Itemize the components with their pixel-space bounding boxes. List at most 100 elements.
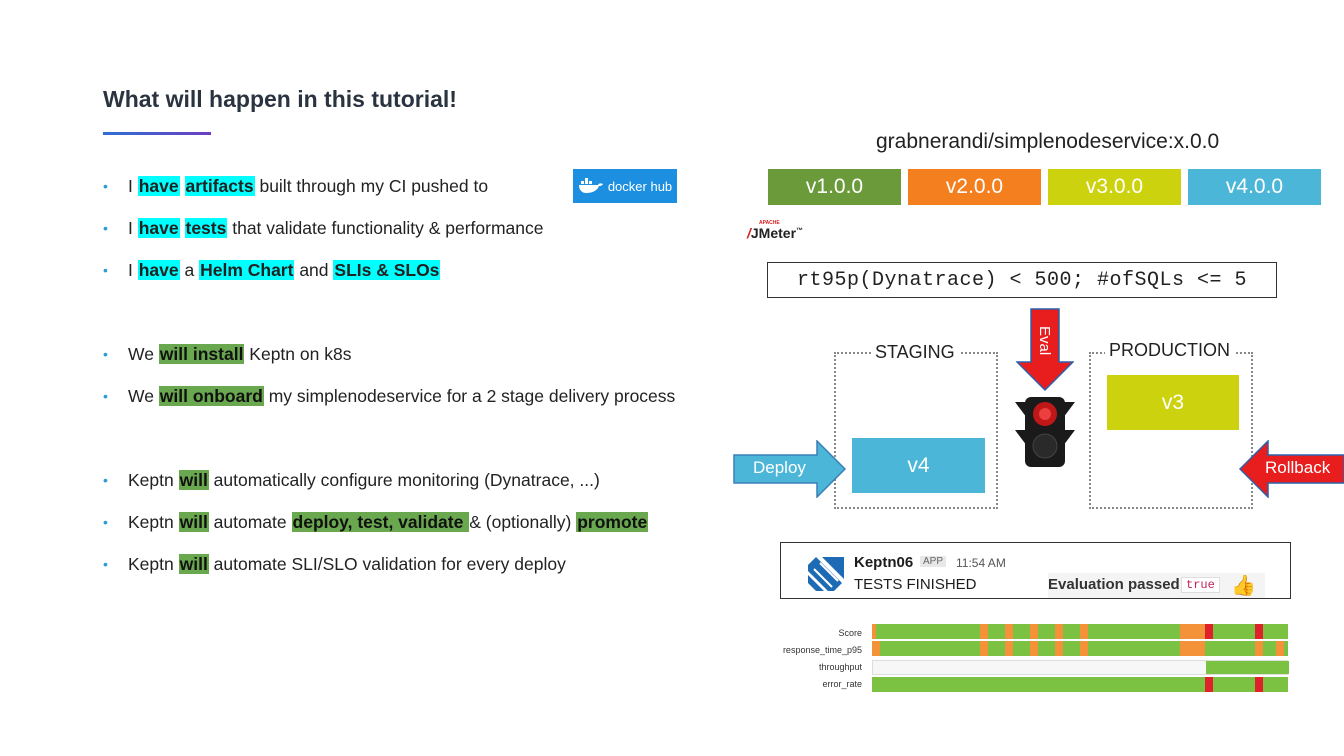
heatmap-cell: [1213, 677, 1255, 692]
heatmap-row: [872, 624, 1288, 639]
heatmap-row: [872, 660, 1289, 675]
heatmap-cell: [1263, 641, 1276, 656]
highlighted-keyword: will: [178, 554, 209, 574]
image-name: grabnerandi/simplenodeservice:x.0.0: [876, 130, 1220, 153]
bullet-text: automatically configure monitoring (Dyna…: [208, 470, 600, 490]
version-label: v1.0.0: [805, 175, 864, 198]
heatmap-cell: [1213, 624, 1255, 639]
heatmap-row-label: throughput: [818, 662, 862, 672]
highlighted-keyword: promote: [576, 512, 649, 532]
heatmap-row: [872, 677, 1288, 692]
heatmap-cell: [1038, 641, 1056, 656]
highlighted-keyword: will: [178, 512, 209, 532]
staging-version: v4: [907, 453, 930, 477]
heatmap-cell: [1038, 624, 1056, 639]
heatmap-cell: [1013, 624, 1031, 639]
bullet-dot: •: [103, 220, 108, 236]
heatmap-cell: [980, 624, 989, 639]
bullet-text: We: [128, 344, 159, 364]
heatmap-cell: [880, 641, 981, 656]
production-version-box: v3: [1107, 375, 1239, 430]
bullet-item: • Keptn will automate SLI/SLO validation …: [103, 552, 566, 576]
production-label: PRODUCTION: [1105, 340, 1234, 361]
slack-app-badge: APP: [920, 556, 947, 567]
heatmap-cell: [1204, 677, 1214, 692]
version-label: v4.0.0: [1225, 175, 1284, 198]
heatmap-cell: [980, 641, 989, 656]
highlighted-keyword: have: [137, 176, 180, 196]
bullet-text: & (optionally): [469, 512, 577, 532]
deploy-arrow-label: Deploy: [753, 458, 806, 477]
highlighted-keyword: deploy, test, validate: [291, 512, 470, 532]
jmeter-logo: /JMeter™ APACHE: [747, 220, 804, 241]
bullet-dot: •: [103, 472, 108, 488]
heatmap-cell: [1179, 641, 1189, 656]
heatmap-cell: [1030, 624, 1039, 639]
bullet-item: • We will install Keptn on k8s: [103, 342, 351, 366]
keptn-logo-icon: [808, 557, 844, 591]
slack-notification: Keptn06 APP 11:54 AM TESTS FINISHED Eval…: [780, 542, 1291, 599]
heatmap-cell: [1080, 641, 1089, 656]
heatmap-cell: [1080, 624, 1089, 639]
slack-time: 11:54 AM: [956, 556, 1006, 570]
bullet-item: • Keptn will automatically configure moni…: [103, 468, 600, 492]
version-box-3: v3.0.0: [1048, 169, 1181, 205]
heatmap-cell: [1275, 641, 1284, 656]
docker-whale-icon: [578, 178, 603, 193]
jmeter-apache-label: APACHE: [759, 220, 780, 226]
heatmap-cell: [1005, 641, 1014, 656]
slack-eval-value: true: [1181, 577, 1220, 593]
heatmap-cell: [1188, 624, 1205, 639]
heatmap-cell: [1283, 641, 1288, 656]
heatmap-cell: [1205, 661, 1289, 674]
heatmap-cell: [1088, 624, 1180, 639]
bullet-item: • I have tests that validate functionalit…: [103, 216, 544, 240]
slo-expression: rt95p(Dynatrace) < 500; #ofSQLs <= 5: [767, 262, 1277, 298]
highlighted-keyword: will: [178, 470, 209, 490]
highlighted-keyword: artifacts: [184, 176, 255, 196]
highlighted-keyword: will install: [158, 344, 245, 364]
bullet-text: Keptn on k8s: [244, 344, 352, 364]
thumbs-up-icon: 👍: [1231, 575, 1256, 597]
jmeter-label: JMeter: [750, 225, 797, 241]
heatmap-cell: [1188, 641, 1205, 656]
bullet-text: a: [179, 260, 200, 280]
heatmap-cell: [1213, 641, 1255, 656]
bullet-item: • Keptn will automate deploy, test, valid…: [103, 510, 649, 534]
highlighted-keyword: will onboard: [158, 386, 264, 406]
bullet-text: automate: [208, 512, 292, 532]
heatmap-cell: [1179, 624, 1189, 639]
heatmap-row: [872, 641, 1288, 656]
heatmap-cell: [1055, 641, 1064, 656]
bullet-text: Keptn: [128, 554, 179, 574]
bullet-item: • We will onboard my simplenodeservice fo…: [103, 384, 675, 408]
bullet-text: my simplenodeservice for a 2 stage deliv…: [263, 386, 676, 406]
heatmap-cell: [1030, 641, 1039, 656]
highlighted-keyword: have: [137, 260, 180, 280]
bullet-dot: •: [103, 262, 108, 278]
heatmap-cell: [1063, 641, 1080, 656]
heatmap-cell: [1088, 641, 1180, 656]
rollback-arrow-label: Rollback: [1265, 458, 1331, 477]
heatmap-cell: [873, 661, 1206, 674]
highlighted-keyword: SLIs & SLOs: [333, 260, 441, 280]
bullet-item: • I have artifacts built through my CI pu…: [103, 174, 488, 198]
highlighted-keyword: tests: [184, 218, 228, 238]
bullet-dot: •: [103, 556, 108, 572]
bullet-text: [180, 176, 185, 196]
bullet-dot: •: [103, 388, 108, 404]
jmeter-tm: ™: [796, 227, 804, 235]
highlighted-keyword: Helm Chart: [199, 260, 295, 280]
heatmap-cell: [1263, 677, 1288, 692]
bullet-text: Keptn: [128, 512, 179, 532]
heatmap-cell: [1263, 624, 1288, 639]
highlighted-keyword: have: [137, 218, 180, 238]
heatmap-cell: [1204, 641, 1214, 656]
title-underline: [103, 132, 211, 135]
bullet-text: I: [128, 218, 138, 238]
dockerhub-logo: docker hub: [573, 169, 677, 203]
heatmap-row-label: Score: [838, 628, 862, 638]
heatmap-cell: [876, 624, 981, 639]
version-label: v3.0.0: [1085, 175, 1144, 198]
heatmap-cell: [1063, 624, 1080, 639]
